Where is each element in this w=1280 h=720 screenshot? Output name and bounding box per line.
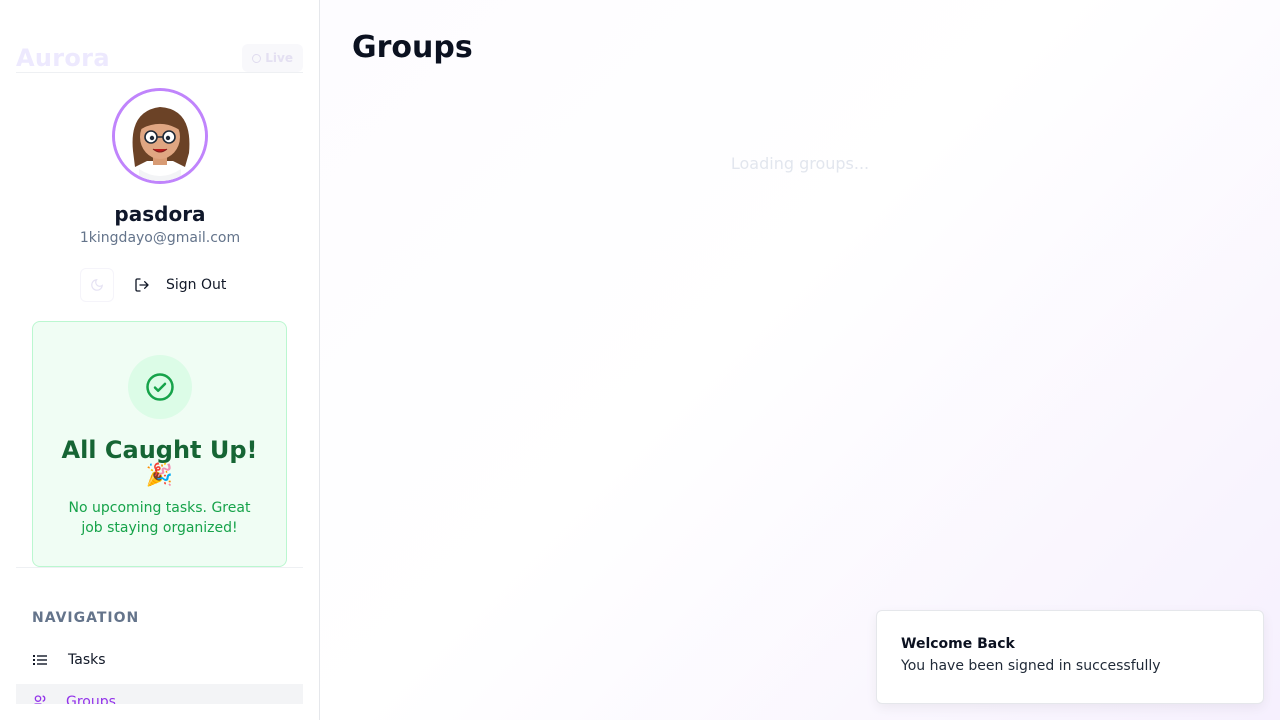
toast-message: You have been signed in successfully [901, 658, 1161, 674]
profile-actions: Sign Out [80, 268, 226, 302]
live-indicator-icon [252, 53, 262, 63]
status-card-message: No upcoming tasks. Great job staying org… [68, 500, 251, 536]
profile-email: 1kingdayo@gmail.com [79, 230, 241, 246]
status-card: All Caught Up! 🎉 No upcoming tasks. Grea… [32, 321, 287, 567]
theme-toggle-button[interactable] [80, 268, 114, 302]
sidebar-item-label: Groups [66, 694, 116, 704]
sidebar: Aurora Live pasdora 1kingdayo@gmail.com … [0, 0, 320, 720]
nav-heading: NAVIGATION [32, 610, 140, 626]
list-icon [32, 652, 48, 668]
status-card-title: All Caught Up! 🎉 [33, 436, 286, 488]
live-badge: Live [242, 44, 303, 72]
check-circle-icon [145, 373, 174, 401]
sidebar-item-label: Tasks [68, 652, 106, 668]
avatar[interactable] [112, 88, 208, 184]
status-card-icon-wrap [127, 355, 192, 419]
live-badge-label: Live [265, 51, 293, 65]
avatar-illustration [115, 91, 205, 181]
profile-username: pasdora [114, 202, 206, 226]
sidebar-divider [16, 567, 303, 568]
sidebar-header: Aurora Live [16, 40, 303, 73]
toast-notification[interactable]: Welcome Back You have been signed in suc… [876, 610, 1264, 704]
user-profile: pasdora 1kingdayo@gmail.com [0, 88, 319, 246]
brand-logo[interactable]: Aurora [16, 44, 110, 72]
loading-message: Loading groups... [730, 154, 870, 173]
users-icon [32, 694, 48, 704]
moon-icon [91, 279, 103, 291]
sign-out-button[interactable]: Sign Out [134, 268, 226, 302]
sidebar-item-tasks[interactable]: Tasks [16, 642, 303, 678]
party-emoji-icon: 🎉 [145, 463, 174, 488]
toast-title: Welcome Back [901, 636, 1015, 652]
status-card-title-text: All Caught Up! [61, 436, 258, 464]
sign-out-label: Sign Out [166, 277, 227, 293]
page-title: Groups [352, 30, 473, 65]
log-out-icon [135, 278, 149, 292]
sidebar-item-groups[interactable]: Groups [16, 684, 303, 704]
